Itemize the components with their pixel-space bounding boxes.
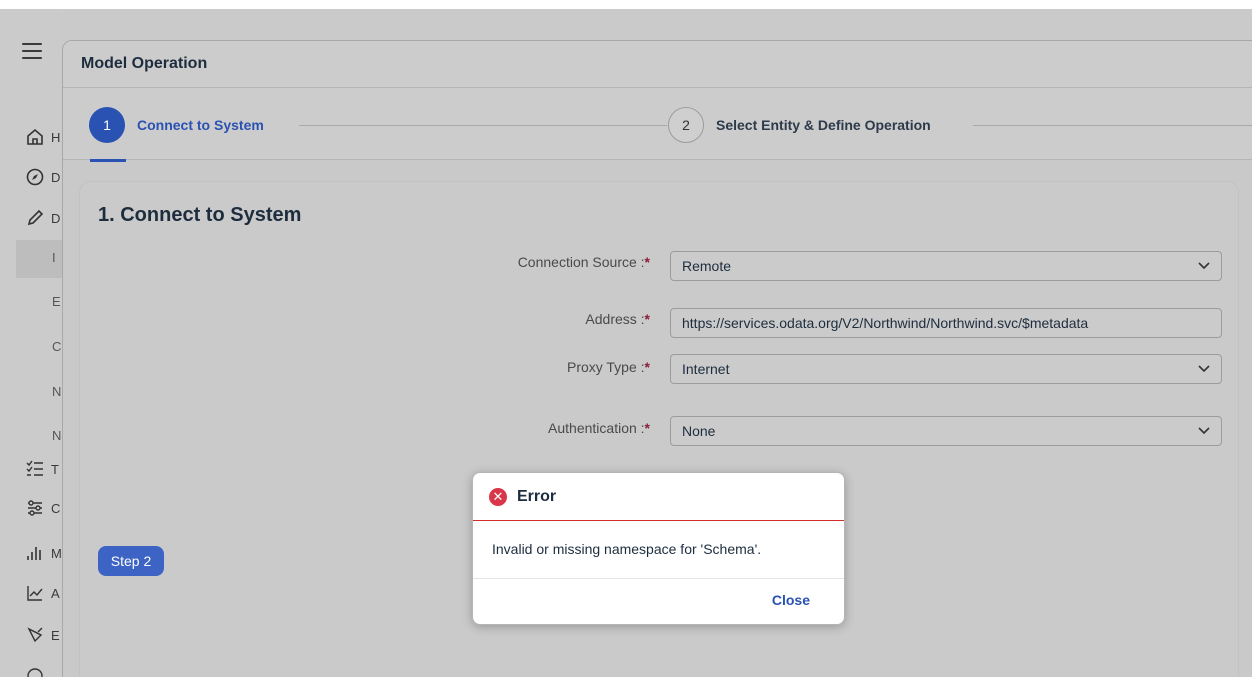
authentication-select[interactable]: None bbox=[670, 416, 1222, 446]
sidebar-subitem[interactable]: E bbox=[16, 284, 62, 322]
checklist-icon[interactable] bbox=[26, 460, 44, 478]
nav-label-monitor: M bbox=[51, 546, 62, 561]
home-icon[interactable] bbox=[26, 128, 44, 146]
proxy-type-label: Proxy Type :* bbox=[390, 359, 650, 375]
address-value: https://services.odata.org/V2/Northwind/… bbox=[682, 315, 1089, 331]
bar-chart-icon[interactable] bbox=[26, 544, 44, 562]
nav-label-home: H bbox=[51, 130, 61, 145]
side-navigation: H D D I E C N N T C M A E bbox=[0, 9, 62, 677]
chevron-down-icon bbox=[1198, 262, 1210, 270]
error-header: ✕ Error bbox=[473, 473, 844, 521]
sidebar-subitem[interactable]: C bbox=[16, 329, 62, 367]
step-connector-line bbox=[299, 125, 667, 126]
authentication-value: None bbox=[682, 423, 716, 439]
label-text: Connection Source : bbox=[517, 254, 645, 270]
step-label: Select Entity & Define Operation bbox=[716, 117, 931, 133]
nav-label-extensions: E bbox=[51, 628, 60, 643]
error-message: Invalid or missing namespace for 'Schema… bbox=[473, 521, 844, 579]
wizard-step-1[interactable]: 1 Connect to System bbox=[89, 107, 264, 143]
sliders-icon[interactable] bbox=[26, 499, 44, 517]
address-input[interactable]: https://services.odata.org/V2/Northwind/… bbox=[670, 308, 1222, 338]
step-2-button[interactable]: Step 2 bbox=[98, 546, 164, 576]
nav-label-design: D bbox=[51, 211, 61, 226]
authentication-label: Authentication :* bbox=[390, 420, 650, 436]
required-marker: * bbox=[644, 311, 650, 327]
section-title: 1. Connect to System bbox=[98, 204, 302, 226]
required-marker: * bbox=[644, 359, 650, 375]
top-strip bbox=[0, 0, 1252, 9]
nav-label-analyze: A bbox=[51, 586, 60, 601]
step-connector-line bbox=[973, 125, 1252, 126]
chevron-down-icon bbox=[1198, 365, 1210, 373]
sidebar-subitem-label: N bbox=[52, 384, 62, 399]
sidebar-subitem-label: N bbox=[52, 428, 62, 443]
sidebar-subitem[interactable]: N bbox=[16, 418, 62, 456]
step-label: Connect to System bbox=[137, 117, 264, 133]
step-number-circle: 2 bbox=[668, 107, 704, 143]
sidebar-subitem-selected[interactable]: I bbox=[16, 240, 62, 278]
address-label: Address :* bbox=[390, 311, 650, 327]
connection-source-value: Remote bbox=[682, 258, 732, 274]
wizard-progress-bar: 1 Connect to System 2 Select Entity & De… bbox=[63, 88, 1252, 160]
label-text: Address : bbox=[585, 311, 645, 327]
error-footer: Close bbox=[473, 579, 844, 624]
pencil-icon[interactable] bbox=[26, 209, 44, 227]
connection-source-select[interactable]: Remote bbox=[670, 251, 1222, 281]
dialog-title: Model Operation bbox=[81, 55, 208, 72]
close-button[interactable]: Close bbox=[772, 592, 810, 608]
analytics-icon[interactable] bbox=[26, 584, 44, 602]
sidebar-subitem-label: C bbox=[52, 339, 62, 354]
proxy-type-select[interactable]: Internet bbox=[670, 354, 1222, 384]
wizard-step-2[interactable]: 2 Select Entity & Define Operation bbox=[668, 107, 931, 143]
nav-label-config: C bbox=[51, 501, 61, 516]
plug-icon[interactable] bbox=[26, 626, 44, 644]
label-text: Proxy Type : bbox=[566, 359, 645, 375]
active-step-indicator bbox=[90, 159, 126, 162]
compass-icon[interactable] bbox=[26, 168, 44, 186]
gauge-icon[interactable] bbox=[26, 665, 44, 677]
sidebar-subitem[interactable]: N bbox=[16, 374, 62, 412]
required-marker: * bbox=[644, 254, 650, 270]
connection-source-label: Connection Source :* bbox=[390, 254, 650, 270]
hamburger-menu-icon[interactable] bbox=[22, 43, 42, 59]
sidebar-subitem-label: E bbox=[52, 294, 61, 309]
proxy-type-value: Internet bbox=[682, 361, 730, 377]
error-icon: ✕ bbox=[489, 487, 507, 506]
dialog-header: Model Operation bbox=[63, 41, 1252, 88]
required-marker: * bbox=[644, 420, 650, 436]
step-number-circle: 1 bbox=[89, 107, 125, 143]
nav-label-discover: D bbox=[51, 170, 61, 185]
error-title: Error bbox=[517, 487, 557, 505]
chevron-down-icon bbox=[1198, 427, 1210, 435]
nav-label-tasks: T bbox=[51, 462, 59, 477]
error-message-box: ✕ Error Invalid or missing namespace for… bbox=[472, 472, 845, 625]
sidebar-subitem-label: I bbox=[52, 250, 56, 265]
label-text: Authentication : bbox=[548, 420, 645, 436]
